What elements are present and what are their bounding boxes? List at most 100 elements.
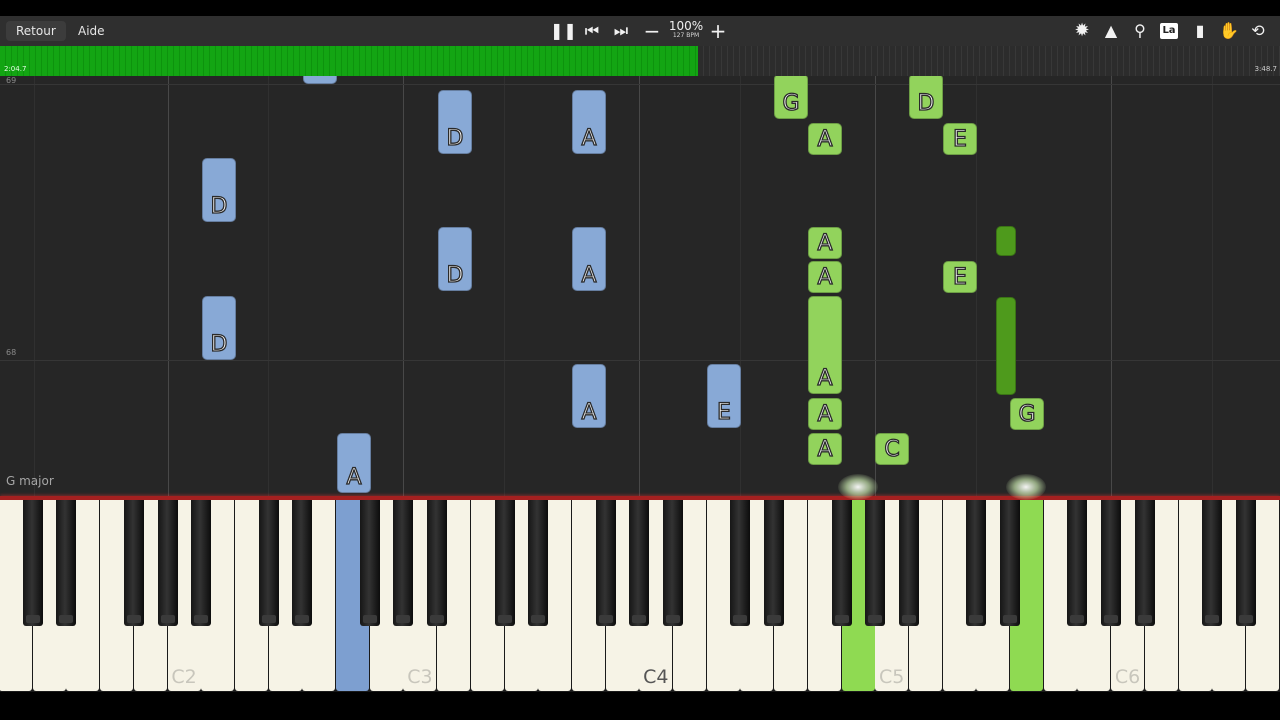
note-label: A: [346, 464, 362, 490]
key-press-glow: [1006, 474, 1046, 500]
row-label: 68: [6, 348, 17, 357]
note-left-hand: A: [572, 227, 606, 291]
black-key[interactable]: [1235, 500, 1256, 626]
black-key[interactable]: [764, 500, 785, 626]
black-key[interactable]: [865, 500, 886, 626]
note-label: A: [817, 401, 833, 427]
gear-icon[interactable]: ✹: [1071, 16, 1093, 46]
note-label: A: [581, 125, 597, 151]
note-label: A: [581, 262, 597, 288]
black-key[interactable]: [528, 500, 549, 626]
skip-back-icon[interactable]: ⏮: [581, 16, 603, 46]
black-key[interactable]: [966, 500, 987, 626]
note-left-hand: D: [202, 158, 236, 222]
pause-icon[interactable]: ❚❚: [550, 16, 577, 46]
loop-icon[interactable]: ⟲: [1247, 16, 1269, 46]
zoom-percent: 100%: [668, 19, 704, 33]
note-right-hand: A: [808, 398, 842, 430]
help-button[interactable]: Aide: [68, 21, 115, 41]
note-left-hand: A: [337, 433, 371, 493]
progress-fill: [0, 46, 698, 76]
total-time: 3:48.7: [1254, 65, 1277, 73]
note-label: A: [817, 436, 833, 462]
label-icon[interactable]: La: [1160, 23, 1178, 39]
note-right-hand: A: [808, 433, 842, 465]
black-key[interactable]: [123, 500, 144, 626]
note-left-hand: E: [707, 364, 741, 428]
search-icon[interactable]: ⚲: [1129, 16, 1151, 46]
note-right-hand: A: [808, 227, 842, 259]
note-label: G: [782, 90, 800, 116]
note-label: E: [952, 264, 967, 290]
hand-icon[interactable]: ✋: [1218, 16, 1240, 46]
black-key[interactable]: [393, 500, 414, 626]
black-key[interactable]: [629, 500, 650, 626]
black-key[interactable]: [1101, 500, 1122, 626]
progress-remaining: [698, 46, 1280, 76]
note-right-hand: E: [943, 123, 977, 155]
black-key[interactable]: [1000, 500, 1020, 626]
black-key[interactable]: [359, 500, 380, 626]
black-key[interactable]: [831, 500, 852, 626]
note-left-hand: D: [202, 296, 236, 360]
note-label: A: [581, 399, 597, 425]
black-key[interactable]: [56, 500, 77, 626]
note-left-hand: D: [438, 90, 472, 154]
top-toolbar: Retour Aide ❚❚ ⏮ ⏭ − 100% 127 BPM + ✹ ▲ …: [0, 16, 1280, 46]
note-right-hand: G: [774, 76, 808, 119]
octave-label: C3: [407, 666, 433, 688]
note-right-hand: C: [875, 433, 909, 465]
black-key[interactable]: [1067, 500, 1088, 626]
octave-label: C2: [171, 666, 197, 688]
black-key[interactable]: [427, 500, 448, 626]
black-key[interactable]: [595, 500, 616, 626]
black-key[interactable]: [191, 500, 212, 626]
back-button[interactable]: Retour: [6, 21, 66, 41]
octave-label: C4: [643, 666, 669, 688]
tempo-readout: 127 BPM: [672, 32, 700, 39]
black-key[interactable]: [1202, 500, 1223, 626]
note-label: C: [884, 436, 901, 462]
note-right-hand: [996, 226, 1016, 256]
piano-roll: 69 68 G major CDDADDAAAEGAAAAAACDEEG: [0, 76, 1280, 496]
note-label: E: [952, 126, 967, 152]
note-left-hand: C: [303, 76, 337, 84]
note-right-hand: E: [943, 261, 977, 293]
note-label: E: [716, 399, 731, 425]
note-left-hand: A: [572, 364, 606, 428]
note-label: A: [817, 264, 833, 290]
note-label: A: [817, 230, 833, 256]
note-label: D: [446, 262, 464, 288]
note-left-hand: D: [438, 227, 472, 291]
note-label: D: [210, 331, 228, 357]
plus-icon[interactable]: +: [707, 16, 729, 46]
black-key[interactable]: [898, 500, 919, 626]
black-key[interactable]: [22, 500, 43, 626]
key-signature: G major: [6, 474, 54, 488]
black-key[interactable]: [1134, 500, 1155, 626]
black-key[interactable]: [292, 500, 313, 626]
note-label: D: [210, 193, 228, 219]
note-right-hand: A: [808, 123, 842, 155]
black-key[interactable]: [157, 500, 178, 626]
black-key[interactable]: [258, 500, 279, 626]
bookmark-icon[interactable]: ▮: [1189, 16, 1211, 46]
note-label: C: [304, 76, 336, 82]
black-key[interactable]: [663, 500, 683, 626]
octave-label: C5: [879, 666, 905, 688]
piano-keyboard[interactable]: [0, 500, 1280, 692]
octave-label: C6: [1114, 666, 1141, 688]
note-left-hand: A: [572, 90, 606, 154]
metronome-icon[interactable]: ▲: [1100, 16, 1122, 46]
note-right-hand: A: [808, 261, 842, 293]
row-label: 69: [6, 76, 17, 85]
black-key[interactable]: [494, 500, 515, 626]
elapsed-time: 2:04.7: [4, 65, 27, 73]
note-label: D: [446, 125, 464, 151]
progress-bar[interactable]: 2:04.7 3:48.7: [0, 46, 1280, 76]
note-label: D: [917, 90, 935, 116]
skip-forward-icon[interactable]: ⏭: [610, 16, 632, 46]
minus-icon[interactable]: −: [641, 16, 663, 46]
note-right-hand: A: [808, 296, 842, 394]
black-key[interactable]: [730, 500, 751, 626]
